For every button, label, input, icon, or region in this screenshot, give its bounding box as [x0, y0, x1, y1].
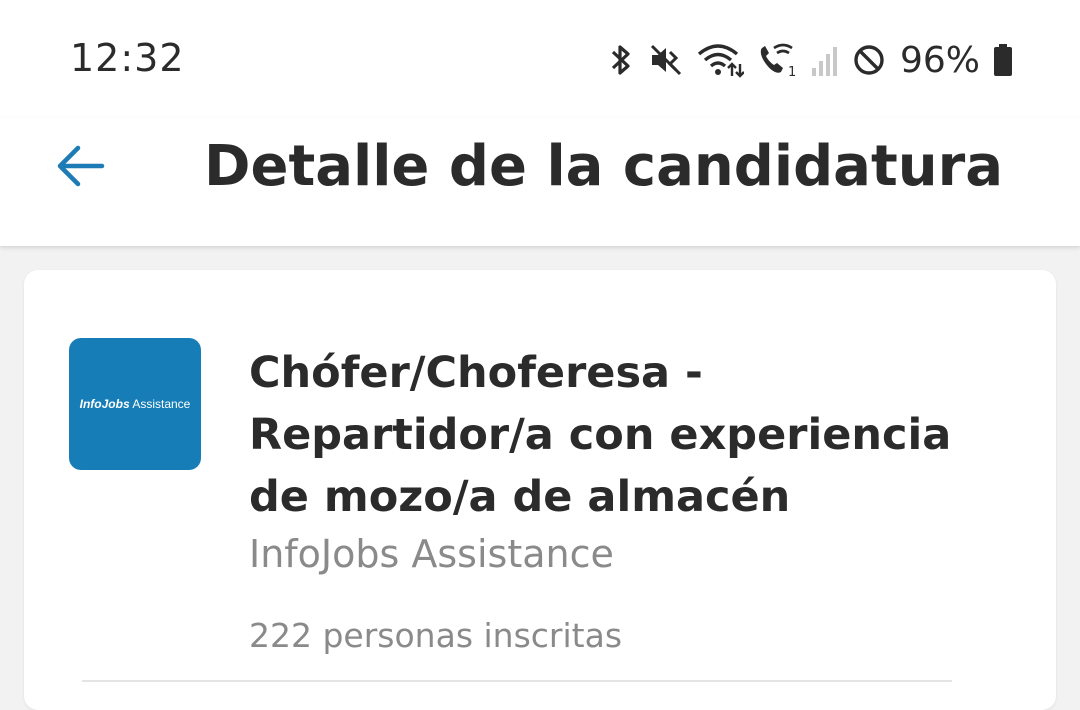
bluetooth-icon — [606, 42, 636, 78]
app-bar: Detalle de la candidatura — [0, 118, 1080, 246]
wifi-calling-icon: 1 — [756, 42, 798, 78]
status-bar: 12:32 1 96% — [0, 0, 1080, 118]
status-time: 12:32 — [70, 36, 185, 80]
job-card[interactable]: InfoJobs Assistance Chófer/Choferesa - R… — [24, 270, 1056, 710]
applicants-count: 222 personas inscritas — [249, 616, 623, 655]
svg-text:1: 1 — [788, 65, 796, 78]
arrow-left-icon — [54, 142, 106, 194]
logo-brand: InfoJobs — [79, 397, 130, 411]
vibrate-icon — [648, 42, 684, 78]
back-button[interactable] — [48, 140, 112, 196]
battery-icon — [992, 42, 1014, 78]
status-icons: 1 96% — [606, 38, 1014, 82]
logo-suffix: Assistance — [129, 397, 191, 411]
battery-percent: 96% — [899, 39, 980, 81]
logo-text: InfoJobs Assistance — [80, 397, 191, 411]
company-name: InfoJobs Assistance — [249, 532, 614, 576]
page-title: Detalle de la candidatura — [204, 134, 1003, 199]
job-title: Chófer/Choferesa - Repartidor/a con expe… — [249, 348, 952, 522]
signal-icon — [810, 42, 840, 78]
wifi-icon — [696, 42, 744, 78]
do-not-disturb-icon — [852, 42, 886, 78]
company-logo: InfoJobs Assistance — [69, 338, 201, 470]
